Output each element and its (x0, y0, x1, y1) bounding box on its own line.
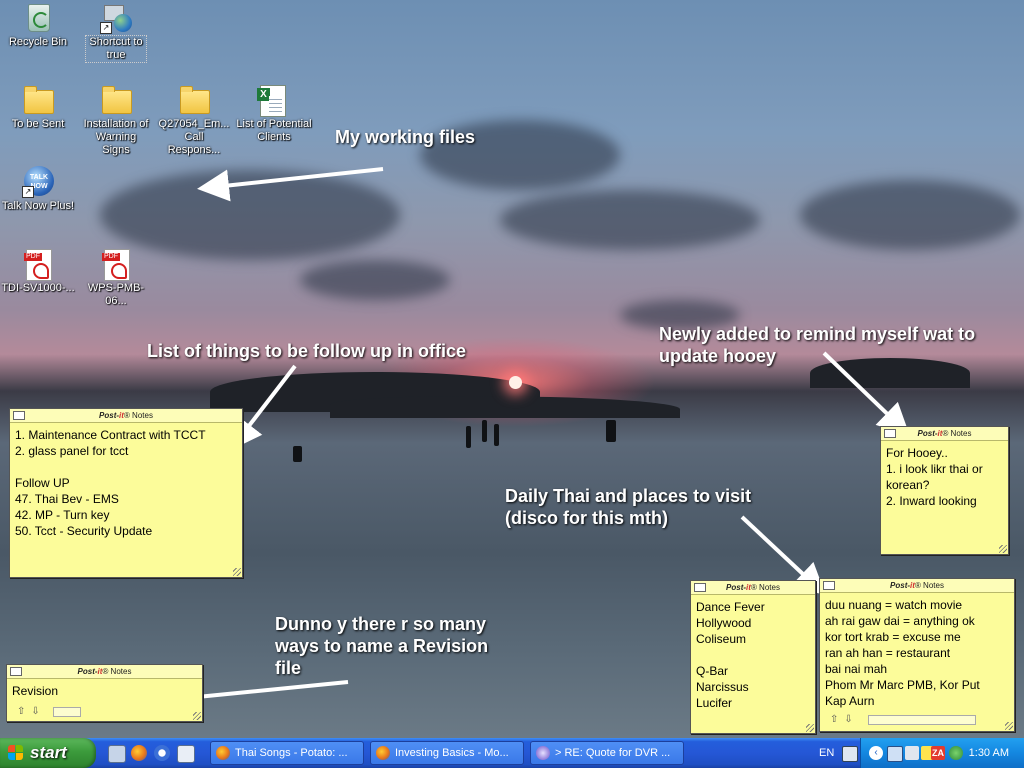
taskbar-button-label: > RE: Quote for DVR ... (555, 747, 671, 759)
taskbar-button-label: Thai Songs - Potato: ... (235, 747, 348, 759)
note-title-bar[interactable]: Post-it® Notes (7, 665, 202, 679)
note-slider[interactable] (53, 707, 81, 717)
next-arrow-icon[interactable]: ⇩ (844, 714, 852, 725)
annotation-revision: Dunno y there r so many ways to name a R… (275, 614, 489, 678)
messenger-icon[interactable] (949, 746, 963, 760)
note-text[interactable]: Dance Fever Hollywood Coliseum Q-Bar Nar… (691, 595, 815, 715)
sticky-note-hooey[interactable]: Post-it® Notes For Hooey.. 1. i look lik… (880, 426, 1009, 555)
taskbar-button-re-quote-dvr[interactable]: > RE: Quote for DVR ... (530, 741, 684, 765)
sticky-note-revision[interactable]: Post-it® Notes Revision ⇧ ⇩ (6, 664, 203, 722)
firefox-icon (216, 746, 230, 760)
next-arrow-icon[interactable]: ⇩ (31, 706, 39, 717)
arrow-working-files (197, 167, 384, 202)
resize-grip[interactable] (999, 545, 1007, 553)
arrow-follow-up (230, 364, 297, 451)
windows-logo-icon (8, 745, 24, 761)
note-title-bar[interactable]: Post-it® Notes (691, 581, 815, 595)
tray-expand-chevron-icon[interactable]: ‹ (869, 746, 883, 760)
annotation-hooey: Newly added to remind myself wat to upda… (659, 324, 976, 366)
post-it-notes-logo: Post-it® Notes (99, 411, 153, 420)
quick-launch-media-player-icon[interactable] (154, 745, 170, 761)
quick-launch-phone-icon[interactable] (108, 745, 126, 763)
note-text[interactable]: duu nuang = watch movie ah rai gaw dai =… (820, 593, 1014, 713)
post-it-notes-logo: Post-it® Notes (77, 667, 132, 676)
firefox-icon (376, 746, 390, 760)
annotation-daily-thai: Daily Thai and places to visit (disco fo… (505, 486, 752, 528)
sticky-note-follow-up[interactable]: Post-it® Notes 1. Maintenance Contract w… (9, 408, 243, 578)
language-indicator[interactable]: EN (819, 738, 834, 768)
resize-grip[interactable] (193, 712, 201, 720)
resize-grip[interactable] (233, 568, 241, 576)
taskbar-button-thai-songs[interactable]: Thai Songs - Potato: ... (210, 741, 364, 765)
post-it-notes-logo: Post-it® Notes (917, 429, 972, 438)
resize-grip[interactable] (1005, 722, 1013, 730)
system-tray: ‹ ZA 1:30 AM (860, 738, 1024, 768)
resize-grip[interactable] (806, 724, 814, 732)
taskbar-button-investing-basics[interactable]: Investing Basics - Mo... (370, 741, 524, 765)
sticky-note-places[interactable]: Post-it® Notes Dance Fever Hollywood Col… (690, 580, 816, 734)
taskbar: start Thai Songs - Potato: ... Investing… (0, 738, 1024, 768)
start-button[interactable]: start (0, 738, 96, 768)
note-nav-controls: ⇧ ⇩ (17, 706, 40, 717)
quick-launch-show-desktop-icon[interactable] (177, 745, 195, 763)
post-it-notes-logo: Post-it® Notes (890, 581, 944, 590)
annotation-working-files: My working files (335, 127, 476, 147)
note-title-bar[interactable]: Post-it® Notes (10, 409, 242, 423)
start-label: start (30, 743, 67, 762)
desktop[interactable]: Recycle Bin ↗ Shortcut to true To be Sen… (0, 0, 1024, 738)
post-it-notes-logo: Post-it® Notes (726, 583, 780, 592)
note-title-bar[interactable]: Post-it® Notes (820, 579, 1014, 593)
note-text[interactable]: Revision (7, 679, 202, 703)
previous-arrow-icon[interactable]: ⇧ (17, 706, 25, 717)
keyboard-icon[interactable] (842, 746, 858, 762)
email-client-icon (536, 746, 550, 760)
quick-launch-firefox-icon[interactable] (131, 745, 147, 761)
note-title-bar[interactable]: Post-it® Notes (881, 427, 1008, 441)
note-nav-controls: ⇧ ⇩ (830, 714, 853, 725)
note-text[interactable]: For Hooey.. 1. i look likr thai or korea… (881, 441, 1008, 513)
previous-arrow-icon[interactable]: ⇧ (830, 714, 838, 725)
taskbar-button-label: Investing Basics - Mo... (395, 747, 509, 759)
note-slider[interactable] (868, 715, 976, 725)
annotation-follow-up: List of things to be follow up in office (147, 341, 466, 361)
note-text[interactable]: 1. Maintenance Contract with TCCT 2. gla… (10, 423, 242, 543)
zonealarm-icon[interactable]: ZA (931, 746, 945, 760)
sticky-note-thai[interactable]: Post-it® Notes duu nuang = watch movie a… (819, 578, 1015, 732)
network-icon[interactable] (887, 746, 903, 762)
clock[interactable]: 1:30 AM (969, 738, 1009, 768)
volume-icon[interactable] (905, 746, 919, 760)
